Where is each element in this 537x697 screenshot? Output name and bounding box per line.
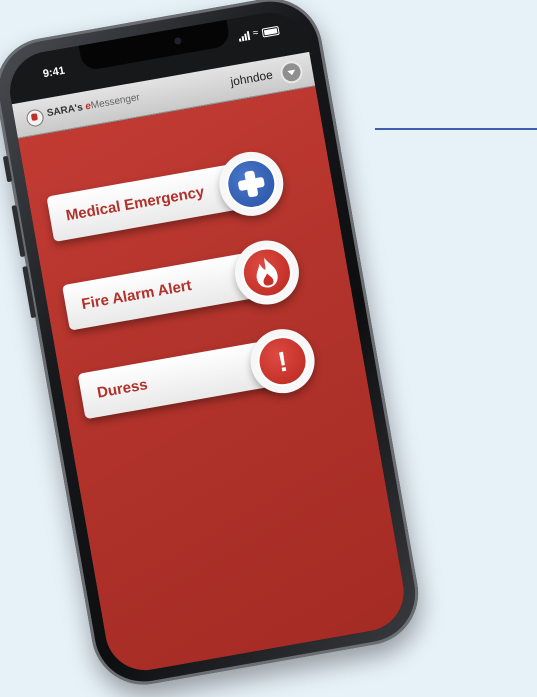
alert-panel: Medical Emergency Fire Alarm Alert Dures… <box>17 86 411 677</box>
exclamation-glyph: ! <box>275 345 290 378</box>
duress-label: Duress <box>95 376 149 402</box>
fire-alarm-alert-label: Fire Alarm Alert <box>80 276 193 314</box>
duress-icon-disc: ! <box>253 332 312 391</box>
connector-line <box>375 128 537 130</box>
medical-emergency-label: Medical Emergency <box>64 183 206 225</box>
status-time: 9:41 <box>42 64 66 81</box>
battery-icon <box>261 25 280 38</box>
username: johndoe <box>229 67 274 89</box>
wifi-icon: ≈ <box>251 27 260 40</box>
signal-icon <box>237 31 250 42</box>
fire-icon[interactable] <box>229 235 305 310</box>
exclamation-icon[interactable]: ! <box>245 324 320 399</box>
user-menu-dropdown-icon[interactable] <box>278 59 305 85</box>
duress-button[interactable]: Duress ! <box>77 324 320 420</box>
fire-icon-disc <box>237 243 296 302</box>
app-name: SARA's eMessenger <box>46 92 141 119</box>
medical-plus-icon[interactable] <box>214 146 289 221</box>
app-logo-icon <box>25 108 45 128</box>
stage: 9:41 ≈ SARA's eMessenger johndoe Medical… <box>0 0 537 697</box>
fire-alarm-alert-button[interactable]: Fire Alarm Alert <box>62 235 305 331</box>
camera-icon <box>173 36 182 46</box>
medical-emergency-button[interactable]: Medical Emergency <box>46 146 289 242</box>
flame-glyph <box>256 257 278 288</box>
status-icons: ≈ <box>237 25 280 42</box>
medical-icon-disc <box>222 154 281 213</box>
app-name-rest: Messenger <box>90 92 141 112</box>
phone-screen: 9:41 ≈ SARA's eMessenger johndoe Medical… <box>3 6 411 677</box>
app-name-prefix: SARA's <box>46 101 87 120</box>
phone-mockup: 9:41 ≈ SARA's eMessenger johndoe Medical… <box>0 0 427 693</box>
